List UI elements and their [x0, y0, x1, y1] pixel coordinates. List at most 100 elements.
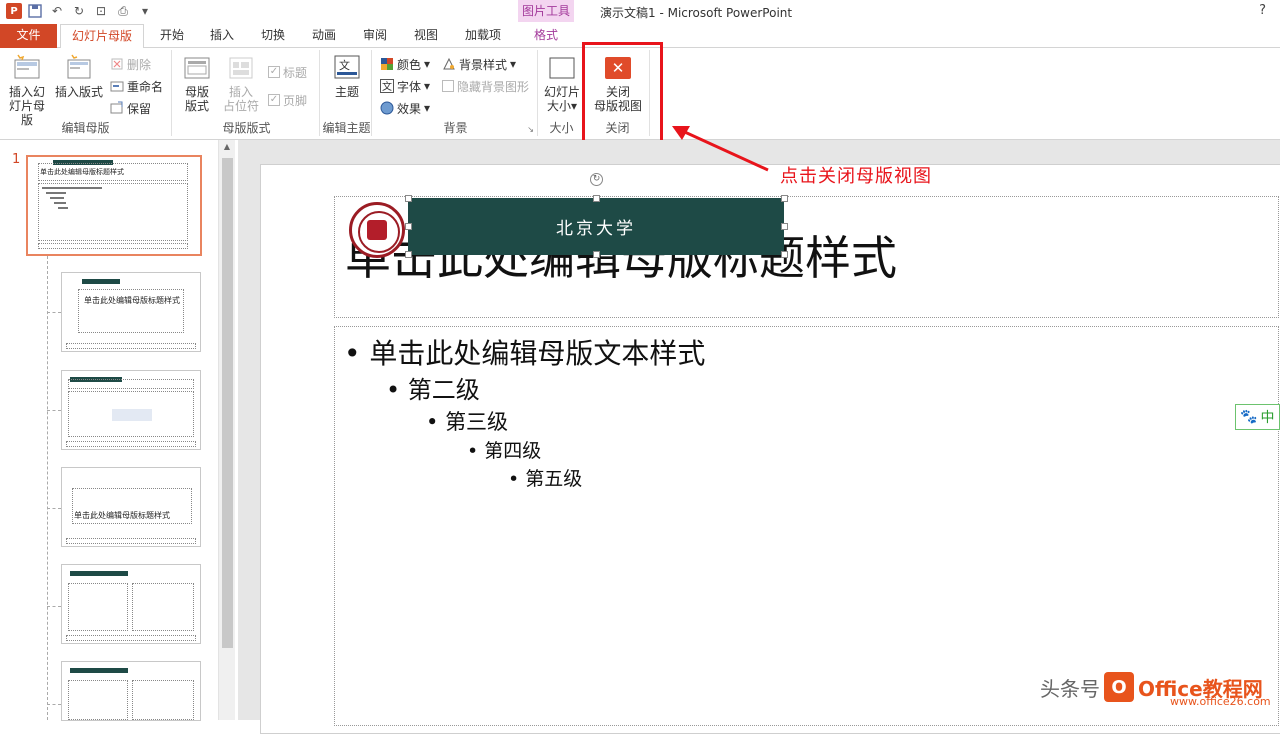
- annotation-text: 点击关闭母版视图: [780, 166, 932, 187]
- tab-format[interactable]: 格式: [520, 24, 572, 48]
- thumbnail-title: 单击此处编辑母版标题样式: [84, 296, 180, 305]
- quick-access-toolbar: P ↶ ↻ ⊡ ⎙ ▾: [6, 2, 154, 20]
- group-label-edit-theme: 编辑主题: [322, 121, 371, 135]
- slide-master-thumbnail[interactable]: 单击此处编辑母版标题样式: [26, 155, 202, 256]
- delete-button[interactable]: 删除: [110, 54, 151, 74]
- scroll-up-icon[interactable]: ▲: [221, 142, 233, 154]
- thumbnail-bullet-line: [50, 197, 64, 199]
- ime-label: 中: [1260, 410, 1275, 426]
- window-title: 演示文稿1 - Microsoft PowerPoint: [600, 6, 793, 20]
- resize-handle[interactable]: [781, 251, 788, 258]
- slideshow-icon[interactable]: ⊡: [92, 2, 110, 20]
- bullet-level-5[interactable]: • 第五级: [508, 464, 582, 491]
- master-layout-button[interactable]: 母版 版式: [180, 54, 214, 113]
- bullet-level-3[interactable]: • 第三级: [426, 406, 508, 436]
- customize-qat-icon[interactable]: ▾: [136, 2, 154, 20]
- master-layout-icon: [182, 54, 212, 82]
- thumbnail-banner: [82, 279, 120, 284]
- tab-addins[interactable]: 加载项: [458, 24, 508, 48]
- tab-file[interactable]: 文件: [0, 24, 57, 48]
- layout-tree-branch: [47, 410, 61, 411]
- preserve-button[interactable]: 保留: [110, 98, 151, 118]
- annotation-highlight-box: [582, 42, 663, 154]
- group-edit-master: 插入幻 灯片母版 插入版式 删除 重命名 保留 编辑母版: [0, 50, 172, 136]
- dialog-launcher-icon[interactable]: ↘: [527, 125, 534, 134]
- bullet-level-1[interactable]: • 单击此处编辑母版文本样式: [344, 332, 705, 372]
- colors-dropdown[interactable]: 颜色 ▾: [380, 54, 430, 74]
- bullet-level-2[interactable]: • 第二级: [386, 370, 480, 405]
- print-preview-icon[interactable]: ⎙: [114, 2, 132, 20]
- rename-button[interactable]: 重命名: [110, 76, 163, 96]
- slide-size-label-2: 大小▾: [546, 99, 578, 113]
- thumbnail-title: 单击此处编辑母版标题样式: [40, 168, 124, 176]
- title-bar: P ↶ ↻ ⊡ ⎙ ▾ 图片工具 演示文稿1 - Microsoft Power…: [0, 0, 1280, 24]
- footer-checkbox-label: 页脚: [283, 93, 308, 108]
- insert-slide-master-button[interactable]: 插入幻 灯片母版: [4, 54, 50, 127]
- thumbnail-footer-placeholder: [66, 538, 196, 544]
- resize-handle[interactable]: [405, 195, 412, 202]
- layout-thumbnail[interactable]: 单击此处编辑母版标题样式: [61, 272, 201, 352]
- tab-insert[interactable]: 插入: [202, 24, 242, 48]
- checkbox-checked-icon: ✓: [268, 94, 280, 106]
- group-size: 幻灯片 大小▾ 大小: [540, 50, 584, 136]
- thumbnail-title: 单击此处编辑母版标题样式: [74, 511, 170, 520]
- group-background: 颜色 ▾ 文 字体 ▾ 效果 ▾ 背景样式 ▾ 隐藏背景图形 背景 ↘: [374, 50, 538, 136]
- hide-background-checkbox[interactable]: 隐藏背景图形: [442, 76, 529, 96]
- effects-label: 效果: [397, 101, 422, 116]
- tab-transitions[interactable]: 切换: [253, 24, 293, 48]
- thumbnail-scrollbar[interactable]: ▲: [218, 140, 235, 720]
- effects-dropdown[interactable]: 效果 ▾: [380, 98, 430, 118]
- peking-university-logo: [349, 202, 405, 258]
- insert-placeholder-button[interactable]: 插入 占位符: [218, 54, 264, 113]
- layout-thumbnail[interactable]: [61, 661, 201, 721]
- layout-thumbnail[interactable]: [61, 370, 201, 450]
- resize-handle[interactable]: [593, 195, 600, 202]
- thumbnail-body-placeholder: [68, 583, 128, 631]
- background-styles-dropdown[interactable]: 背景样式 ▾: [442, 54, 516, 74]
- resize-handle[interactable]: [405, 223, 412, 230]
- fonts-dropdown[interactable]: 文 字体 ▾: [380, 76, 430, 96]
- thumbnail-body-placeholder: [68, 680, 128, 720]
- resize-handle[interactable]: [593, 251, 600, 258]
- insert-master-icon: [12, 54, 42, 82]
- tab-home[interactable]: 开始: [152, 24, 192, 48]
- colors-icon: [380, 57, 394, 71]
- thumbnail-footer-placeholder: [66, 635, 196, 641]
- undo-icon[interactable]: ↶: [48, 2, 66, 20]
- footer-checkbox[interactable]: ✓ 页脚: [268, 90, 307, 110]
- ime-indicator[interactable]: 🐾 中: [1235, 404, 1280, 430]
- themes-button[interactable]: 文 主题: [328, 54, 366, 99]
- tab-review[interactable]: 审阅: [355, 24, 395, 48]
- powerpoint-icon[interactable]: P: [6, 3, 22, 19]
- fonts-icon: 文: [380, 79, 394, 93]
- insert-layout-button[interactable]: 插入版式: [54, 54, 104, 99]
- office-logo-icon: O: [1104, 672, 1134, 702]
- watermark-prefix: 头条号: [1040, 676, 1100, 701]
- layout-thumbnail[interactable]: [61, 564, 201, 644]
- resize-handle[interactable]: [405, 251, 412, 258]
- layout-thumbnail[interactable]: 单击此处编辑母版标题样式: [61, 467, 201, 547]
- colors-label: 颜色: [397, 57, 422, 72]
- resize-handle[interactable]: [781, 195, 788, 202]
- tab-slide-master[interactable]: 幻灯片母版: [60, 24, 144, 49]
- redo-icon[interactable]: ↻: [70, 2, 88, 20]
- title-checkbox[interactable]: ✓ 标题: [268, 62, 307, 82]
- watermark-site: www.office26.com: [1170, 695, 1271, 708]
- group-label-master-layout: 母版版式: [222, 121, 271, 135]
- rotate-handle-icon[interactable]: ↻: [590, 173, 603, 186]
- slide-size-button[interactable]: 幻灯片 大小▾: [542, 54, 582, 113]
- bullet-level-4[interactable]: • 第四级: [467, 436, 541, 463]
- resize-handle[interactable]: [781, 223, 788, 230]
- checkbox-checked-icon: ✓: [268, 66, 280, 78]
- tab-view[interactable]: 视图: [406, 24, 446, 48]
- scrollbar-thumb[interactable]: [222, 158, 233, 648]
- insert-master-label-1: 插入幻: [8, 85, 45, 99]
- delete-label: 删除: [127, 57, 152, 72]
- save-icon[interactable]: [26, 2, 44, 20]
- university-banner-image[interactable]: 北京大学: [408, 198, 784, 255]
- paw-icon: 🐾: [1240, 409, 1258, 425]
- help-button[interactable]: ?: [1259, 3, 1266, 18]
- tab-animations[interactable]: 动画: [304, 24, 344, 48]
- chevron-down-icon: ▾: [424, 57, 431, 71]
- background-styles-label: 背景样式: [459, 57, 508, 72]
